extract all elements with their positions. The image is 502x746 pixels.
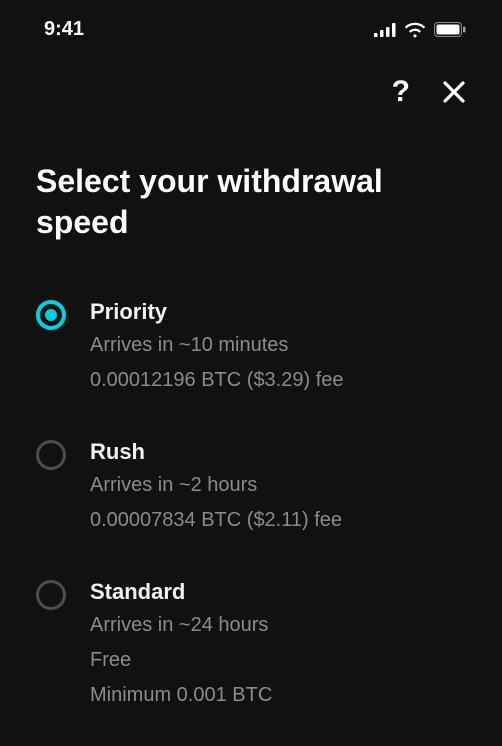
page-title: Select your withdrawal speed: [36, 161, 466, 243]
option-arrival: Arrives in ~10 minutes: [90, 331, 344, 360]
content: Select your withdrawal speed Priority Ar…: [0, 107, 502, 710]
help-button[interactable]: ?: [392, 77, 410, 107]
option-title: Priority: [90, 299, 344, 325]
option-fee: 0.00012196 BTC ($3.29) fee: [90, 366, 344, 395]
status-time: 9:41: [44, 18, 84, 41]
option-title: Standard: [90, 579, 272, 605]
radio-selected-icon: [36, 300, 66, 330]
option-fee: Free: [90, 646, 272, 675]
option-standard[interactable]: Standard Arrives in ~24 hours Free Minim…: [36, 579, 466, 710]
battery-icon: [434, 22, 466, 37]
option-body: Priority Arrives in ~10 minutes 0.000121…: [90, 299, 344, 395]
status-indicators: [374, 22, 466, 38]
wifi-icon: [404, 22, 426, 38]
option-minimum: Minimum 0.001 BTC: [90, 681, 272, 710]
option-body: Standard Arrives in ~24 hours Free Minim…: [90, 579, 272, 710]
close-button[interactable]: [442, 80, 466, 104]
option-fee: 0.00007834 BTC ($2.11) fee: [90, 506, 342, 535]
speed-options-list: Priority Arrives in ~10 minutes 0.000121…: [36, 299, 466, 710]
option-rush[interactable]: Rush Arrives in ~2 hours 0.00007834 BTC …: [36, 439, 466, 535]
option-title: Rush: [90, 439, 342, 465]
close-icon: [442, 80, 466, 104]
option-arrival: Arrives in ~24 hours: [90, 611, 272, 640]
option-arrival: Arrives in ~2 hours: [90, 471, 342, 500]
radio-unselected-icon: [36, 440, 66, 470]
status-bar: 9:41: [0, 0, 502, 51]
option-priority[interactable]: Priority Arrives in ~10 minutes 0.000121…: [36, 299, 466, 395]
radio-unselected-icon: [36, 580, 66, 610]
cellular-signal-icon: [374, 23, 396, 37]
top-actions: ?: [0, 51, 502, 107]
option-body: Rush Arrives in ~2 hours 0.00007834 BTC …: [90, 439, 342, 535]
